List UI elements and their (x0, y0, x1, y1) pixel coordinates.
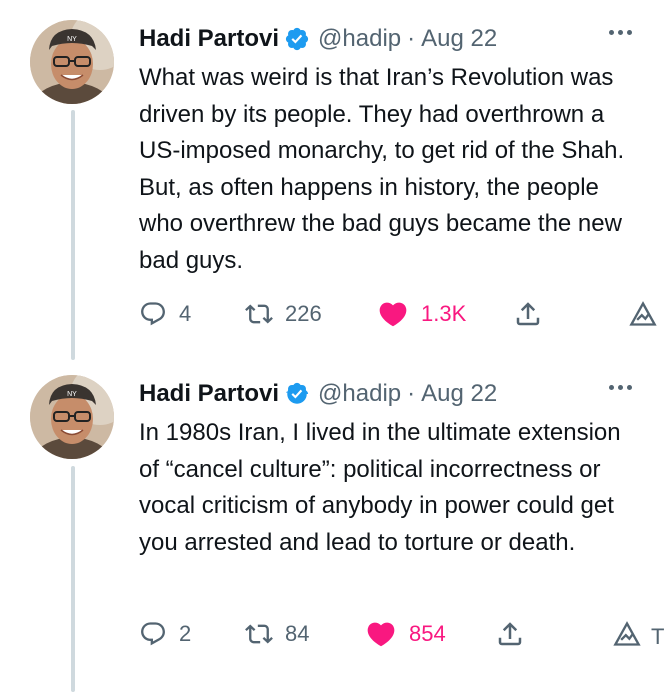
svg-text:NY: NY (67, 391, 77, 398)
tweet[interactable]: NY Hadi Partovi @hadip · Aug 22 In 1980s… (0, 375, 664, 692)
more-icon[interactable] (609, 30, 632, 35)
reply-button[interactable]: 2 (139, 617, 191, 651)
author-name[interactable]: Hadi Partovi (139, 25, 279, 53)
share-icon (513, 299, 543, 329)
author-handle[interactable]: @hadip (318, 380, 401, 408)
reply-button[interactable]: 4 (139, 297, 191, 331)
share-button[interactable] (513, 297, 543, 331)
tweet-header: Hadi Partovi @hadip · Aug 22 (139, 377, 497, 411)
retweet-count: 84 (285, 621, 310, 646)
reply-icon (139, 300, 167, 328)
analytics-icon (629, 300, 657, 328)
tweet-header: Hadi Partovi @hadip · Aug 22 (139, 22, 497, 56)
tweet-actions: 4 226 1.3K (139, 297, 664, 331)
like-button[interactable]: 1.3K (377, 297, 466, 331)
verified-badge-icon (284, 26, 310, 52)
reply-count: 4 (179, 301, 192, 326)
analytics-button[interactable] (613, 617, 641, 651)
share-button[interactable] (495, 617, 525, 651)
like-button[interactable]: 854 (365, 617, 446, 651)
like-count: 854 (409, 621, 446, 646)
retweet-button[interactable]: 84 (245, 617, 309, 651)
verified-badge-icon (284, 381, 310, 407)
cut-off-label: T (651, 624, 664, 649)
separator-dot: · (407, 25, 416, 52)
reply-count: 2 (179, 621, 192, 646)
like-count: 1.3K (421, 301, 467, 326)
more-icon[interactable] (609, 385, 632, 390)
heart-icon (377, 298, 409, 330)
retweet-count: 226 (285, 301, 322, 326)
avatar[interactable]: NY (30, 375, 114, 459)
analytics-button[interactable] (629, 297, 657, 331)
tweet-date[interactable]: Aug 22 (421, 380, 497, 408)
tweet-date[interactable]: Aug 22 (421, 25, 497, 53)
retweet-icon (245, 620, 273, 648)
author-handle[interactable]: @hadip (318, 25, 401, 53)
retweet-button[interactable]: 226 (245, 297, 322, 331)
tweet-actions: 2 84 854 T (139, 617, 664, 651)
svg-text:NY: NY (67, 36, 77, 43)
tweet-text: What was weird is that Iran’s Revolution… (139, 64, 625, 274)
author-name[interactable]: Hadi Partovi (139, 380, 279, 408)
retweet-icon (245, 300, 273, 328)
share-icon (495, 619, 525, 649)
analytics-icon (613, 620, 641, 648)
separator-dot: · (407, 380, 416, 407)
reply-icon (139, 620, 167, 648)
avatar[interactable]: NY (30, 20, 114, 104)
tweet-text: In 1980s Iran, I lived in the ultimate e… (139, 419, 621, 556)
tweet[interactable]: NY Hadi Partovi @hadip · Aug 22 What was… (0, 20, 664, 340)
heart-icon (365, 618, 397, 650)
